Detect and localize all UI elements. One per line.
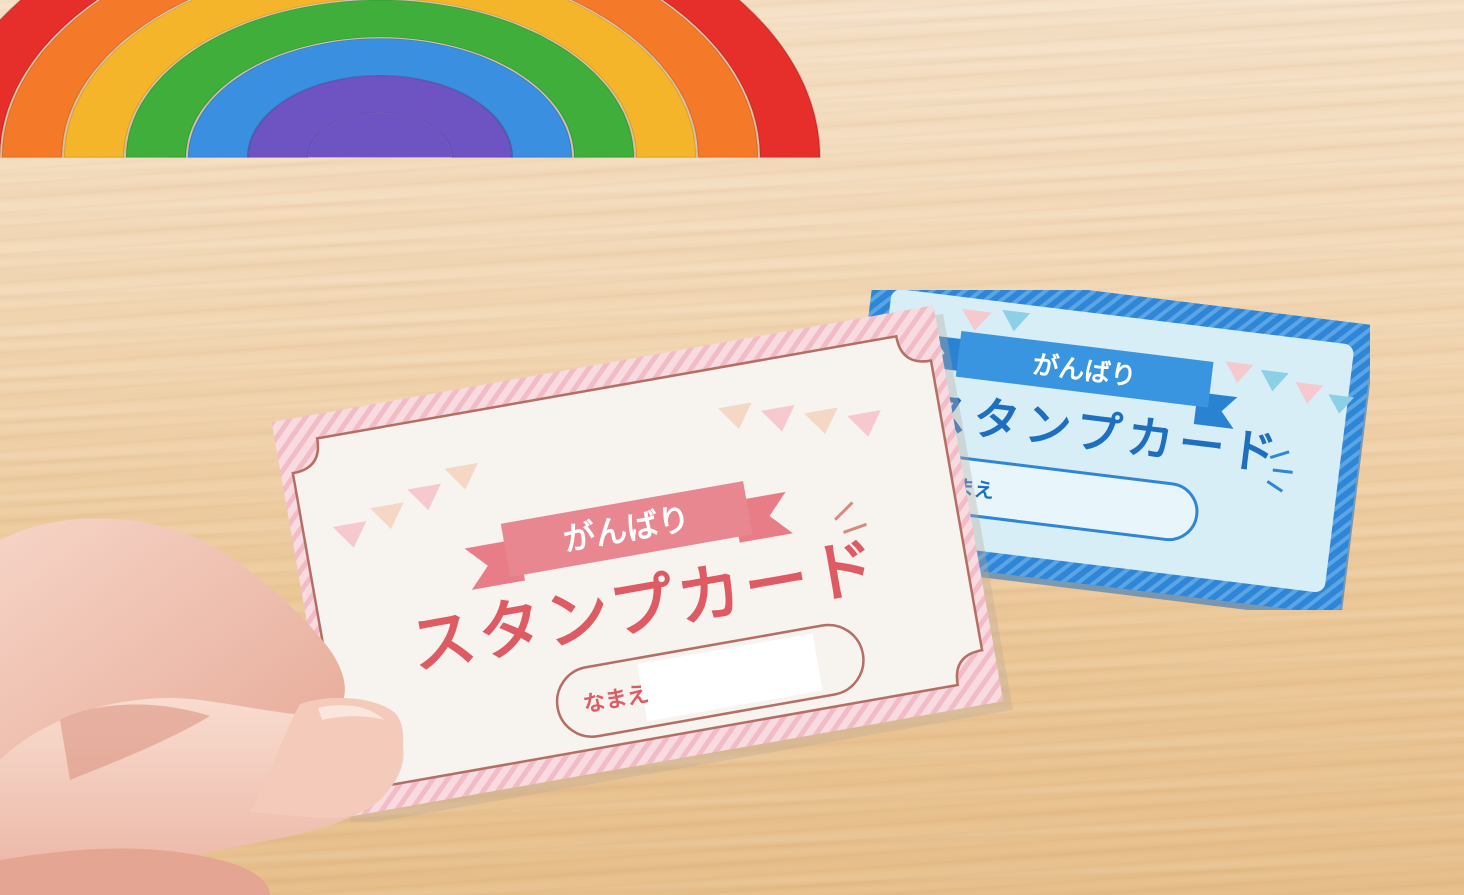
- hand: [0, 518, 404, 895]
- photo-scene: がんばり スタンプカード なまえ: [0, 0, 1464, 895]
